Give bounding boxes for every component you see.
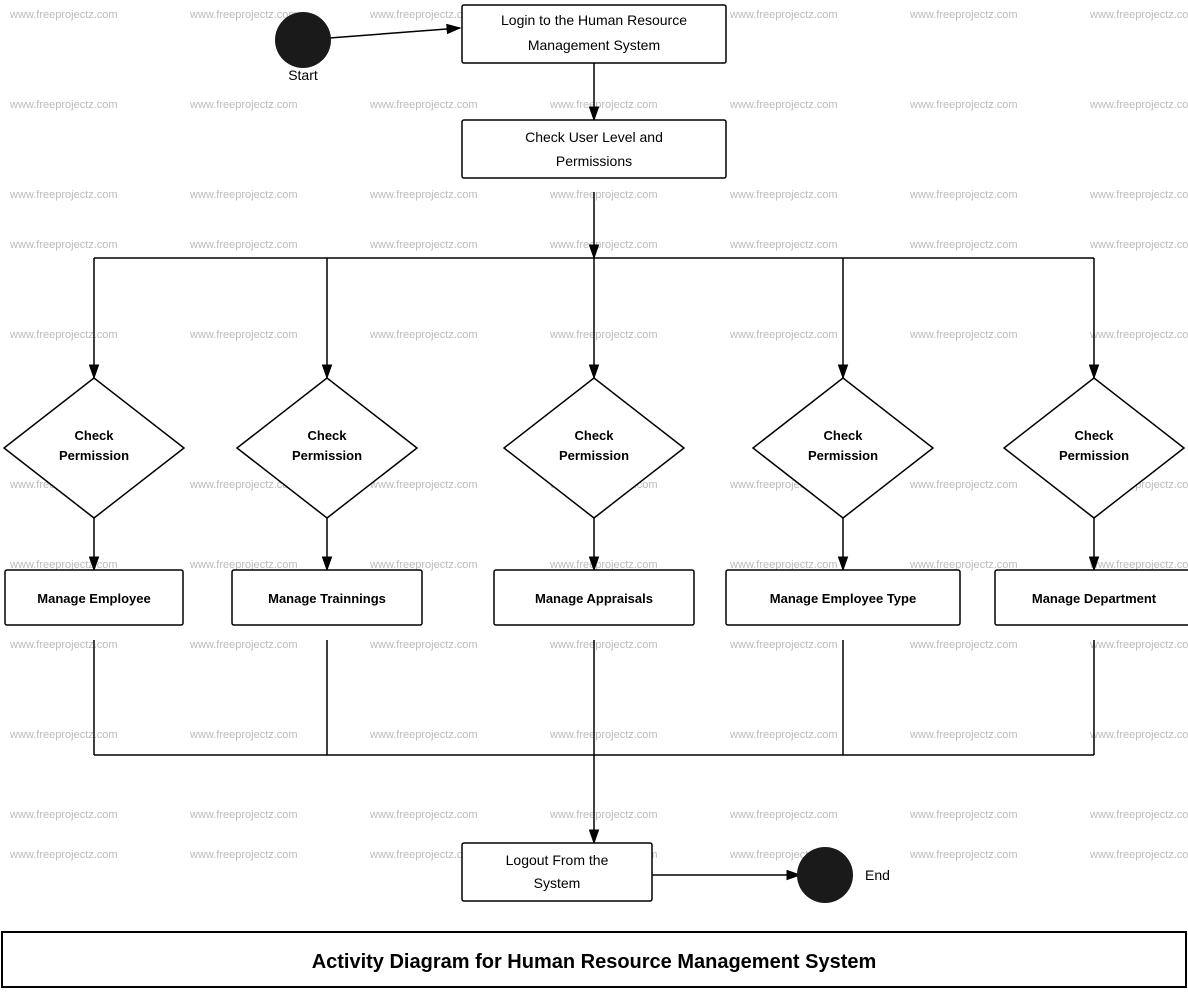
manage-department-text: Manage Department: [1032, 591, 1157, 606]
svg-text:www.freeprojectz.com: www.freeprojectz.com: [909, 329, 1018, 341]
svg-text:www.freeprojectz.com: www.freeprojectz.com: [909, 239, 1018, 251]
diamond-5-text2: Permission: [1059, 448, 1129, 463]
svg-text:www.freeprojectz.com: www.freeprojectz.com: [369, 189, 478, 201]
svg-text:www.freeprojectz.com: www.freeprojectz.com: [729, 809, 838, 821]
svg-text:www.freeprojectz.com: www.freeprojectz.com: [369, 479, 478, 491]
logout-text2: System: [534, 875, 581, 891]
svg-text:www.freeprojectz.com: www.freeprojectz.com: [189, 559, 298, 571]
svg-text:www.freeprojectz.com: www.freeprojectz.com: [9, 559, 118, 571]
svg-text:www.freeprojectz.com: www.freeprojectz.com: [1089, 239, 1188, 251]
diamond-4-text2: Permission: [808, 448, 878, 463]
svg-text:www.freeprojectz.com: www.freeprojectz.com: [549, 239, 658, 251]
svg-text:www.freeprojectz.com: www.freeprojectz.com: [9, 329, 118, 341]
svg-text:www.freeprojectz.com: www.freeprojectz.com: [909, 559, 1018, 571]
svg-text:www.freeprojectz.com: www.freeprojectz.com: [1089, 329, 1188, 341]
svg-text:www.freeprojectz.com: www.freeprojectz.com: [909, 729, 1018, 741]
diamond-3-text2: Permission: [559, 448, 629, 463]
diamond-1-text2: Permission: [59, 448, 129, 463]
manage-trainings-text: Manage Trainnings: [268, 591, 386, 606]
svg-text:www.freeprojectz.com: www.freeprojectz.com: [729, 9, 838, 21]
check-user-text2: Permissions: [556, 153, 632, 169]
manage-appraisals-text: Manage Appraisals: [535, 591, 653, 606]
activity-diagram: www.freeprojectz.com www.freeprojectz.co…: [0, 0, 1188, 994]
end-circle: [797, 847, 853, 903]
diamond-2-text2: Permission: [292, 448, 362, 463]
svg-text:www.freeprojectz.com: www.freeprojectz.com: [729, 639, 838, 651]
logout-text1: Logout From the: [506, 852, 609, 868]
login-text-line1: Login to the Human Resource: [501, 12, 687, 28]
diamond-1-text1: Check: [74, 428, 114, 443]
svg-text:www.freeprojectz.com: www.freeprojectz.com: [189, 849, 298, 861]
diagram-title: Activity Diagram for Human Resource Mana…: [312, 951, 877, 973]
svg-text:www.freeprojectz.com: www.freeprojectz.com: [729, 189, 838, 201]
svg-text:www.freeprojectz.com: www.freeprojectz.com: [189, 9, 298, 21]
svg-text:www.freeprojectz.com: www.freeprojectz.com: [189, 809, 298, 821]
end-label: End: [865, 867, 890, 883]
svg-text:www.freeprojectz.com: www.freeprojectz.com: [1089, 99, 1188, 111]
svg-text:www.freeprojectz.com: www.freeprojectz.com: [1089, 9, 1188, 21]
svg-text:www.freeprojectz.com: www.freeprojectz.com: [189, 729, 298, 741]
check-user-text1: Check User Level and: [525, 129, 663, 145]
svg-text:www.freeprojectz.com: www.freeprojectz.com: [1089, 729, 1188, 741]
svg-text:www.freeprojectz.com: www.freeprojectz.com: [729, 239, 838, 251]
svg-text:www.freeprojectz.com: www.freeprojectz.com: [369, 729, 478, 741]
svg-text:www.freeprojectz.com: www.freeprojectz.com: [909, 479, 1018, 491]
diamond-2-text1: Check: [307, 428, 347, 443]
svg-text:www.freeprojectz.com: www.freeprojectz.com: [549, 729, 658, 741]
svg-text:www.freeprojectz.com: www.freeprojectz.com: [369, 809, 478, 821]
svg-text:www.freeprojectz.com: www.freeprojectz.com: [189, 639, 298, 651]
svg-text:www.freeprojectz.com: www.freeprojectz.com: [9, 189, 118, 201]
start-label: Start: [288, 67, 318, 83]
svg-text:www.freeprojectz.com: www.freeprojectz.com: [1089, 809, 1188, 821]
svg-text:www.freeprojectz.com: www.freeprojectz.com: [9, 239, 118, 251]
svg-text:www.freeprojectz.com: www.freeprojectz.com: [549, 559, 658, 571]
svg-text:www.freeprojectz.com: www.freeprojectz.com: [9, 9, 118, 21]
manage-employee-text: Manage Employee: [37, 591, 150, 606]
svg-text:www.freeprojectz.com: www.freeprojectz.com: [1089, 639, 1188, 651]
start-circle: [275, 12, 331, 68]
svg-text:www.freeprojectz.com: www.freeprojectz.com: [9, 849, 118, 861]
svg-text:www.freeprojectz.com: www.freeprojectz.com: [909, 189, 1018, 201]
svg-text:www.freeprojectz.com: www.freeprojectz.com: [369, 239, 478, 251]
svg-text:www.freeprojectz.com: www.freeprojectz.com: [909, 9, 1018, 21]
login-text-line2: Management System: [528, 37, 660, 53]
svg-text:www.freeprojectz.com: www.freeprojectz.com: [9, 809, 118, 821]
svg-text:www.freeprojectz.com: www.freeprojectz.com: [1089, 849, 1188, 861]
svg-text:www.freeprojectz.com: www.freeprojectz.com: [549, 809, 658, 821]
svg-text:www.freeprojectz.com: www.freeprojectz.com: [909, 809, 1018, 821]
svg-text:www.freeprojectz.com: www.freeprojectz.com: [189, 189, 298, 201]
svg-text:www.freeprojectz.com: www.freeprojectz.com: [369, 99, 478, 111]
svg-text:www.freeprojectz.com: www.freeprojectz.com: [729, 559, 838, 571]
svg-text:www.freeprojectz.com: www.freeprojectz.com: [189, 99, 298, 111]
manage-employee-type-text: Manage Employee Type: [770, 591, 916, 606]
diamond-4-text1: Check: [823, 428, 863, 443]
svg-text:www.freeprojectz.com: www.freeprojectz.com: [549, 99, 658, 111]
svg-text:www.freeprojectz.com: www.freeprojectz.com: [729, 729, 838, 741]
svg-text:www.freeprojectz.com: www.freeprojectz.com: [729, 99, 838, 111]
svg-text:www.freeprojectz.com: www.freeprojectz.com: [549, 189, 658, 201]
diamond-3-text1: Check: [574, 428, 614, 443]
diagram-container: www.freeprojectz.com www.freeprojectz.co…: [0, 0, 1188, 994]
svg-text:www.freeprojectz.com: www.freeprojectz.com: [549, 329, 658, 341]
svg-text:www.freeprojectz.com: www.freeprojectz.com: [369, 329, 478, 341]
svg-text:www.freeprojectz.com: www.freeprojectz.com: [1089, 559, 1188, 571]
svg-text:www.freeprojectz.com: www.freeprojectz.com: [549, 639, 658, 651]
svg-text:www.freeprojectz.com: www.freeprojectz.com: [189, 239, 298, 251]
svg-text:www.freeprojectz.com: www.freeprojectz.com: [909, 99, 1018, 111]
svg-text:www.freeprojectz.com: www.freeprojectz.com: [9, 639, 118, 651]
diamond-5-text1: Check: [1074, 428, 1114, 443]
svg-text:www.freeprojectz.com: www.freeprojectz.com: [369, 559, 478, 571]
svg-text:www.freeprojectz.com: www.freeprojectz.com: [909, 639, 1018, 651]
svg-text:www.freeprojectz.com: www.freeprojectz.com: [189, 329, 298, 341]
svg-text:www.freeprojectz.com: www.freeprojectz.com: [729, 329, 838, 341]
svg-text:www.freeprojectz.com: www.freeprojectz.com: [909, 849, 1018, 861]
svg-text:www.freeprojectz.com: www.freeprojectz.com: [9, 99, 118, 111]
svg-text:www.freeprojectz.com: www.freeprojectz.com: [369, 639, 478, 651]
svg-text:www.freeprojectz.com: www.freeprojectz.com: [1089, 189, 1188, 201]
svg-text:www.freeprojectz.com: www.freeprojectz.com: [9, 729, 118, 741]
